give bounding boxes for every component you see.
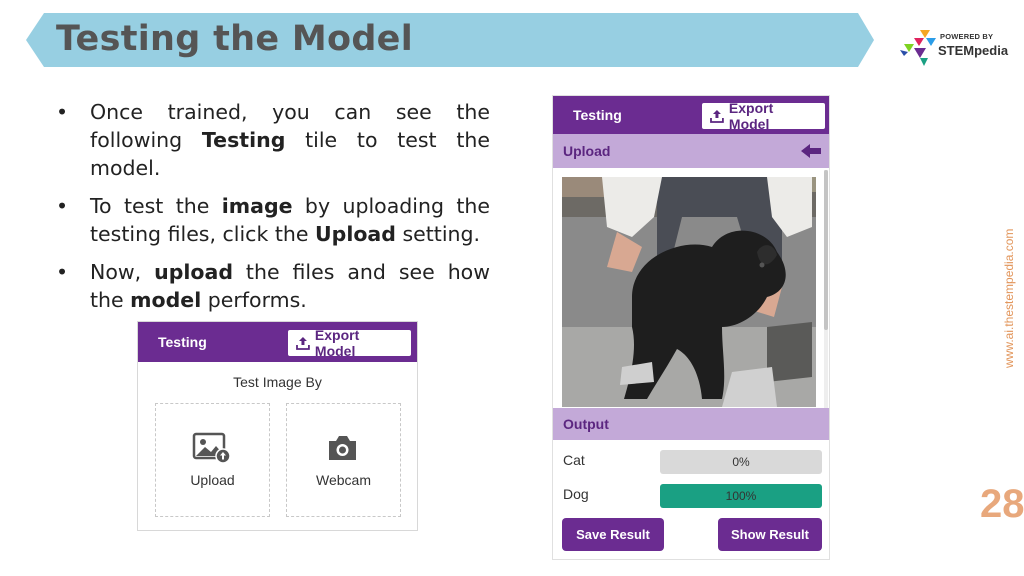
logo-name: STEMpedia <box>938 43 1009 58</box>
result-label-dog: Dog <box>563 486 589 502</box>
bold-term: image <box>221 194 293 218</box>
website-url: www.ai.thestempedia.com <box>1002 228 1016 368</box>
image-upload-icon <box>192 432 231 464</box>
bold-term: model <box>130 288 202 312</box>
logo-tagline: POWERED BY <box>940 32 994 41</box>
result-bar-cat: 0% <box>660 450 822 474</box>
upload-arrow-icon <box>296 337 310 350</box>
bold-term: Testing <box>201 128 286 152</box>
output-header-label: Output <box>563 416 609 432</box>
back-arrow-icon[interactable] <box>801 143 821 159</box>
result-label-cat: Cat <box>563 452 585 468</box>
upload-header: Upload <box>553 134 829 168</box>
upload-option[interactable]: Upload <box>155 403 270 517</box>
export-model-button[interactable]: Export Model <box>288 327 411 359</box>
bullet-item: • Now, upload the files and see how the … <box>56 260 490 312</box>
save-result-button[interactable]: Save Result <box>562 518 664 551</box>
bold-term: Upload <box>315 222 396 246</box>
export-model-label: Export Model <box>728 100 774 132</box>
camera-icon <box>329 436 356 460</box>
panel-title: Testing <box>573 107 622 123</box>
bullet-list: • Once trained, you can see the followin… <box>56 98 490 324</box>
result-bar-dog: 100% <box>660 484 822 508</box>
webcam-option-label: Webcam <box>316 472 371 488</box>
panel-title: Testing <box>158 334 207 350</box>
stempedia-logo-mark-icon <box>900 30 936 66</box>
testing-panel-select: Testing Export Model Test Image By Uploa… <box>137 321 418 531</box>
panel-header: Testing Export Model <box>553 96 829 134</box>
export-model-button[interactable]: Export Model <box>702 100 825 132</box>
result-value-cat: 0% <box>732 455 750 469</box>
output-header: Output <box>553 408 829 440</box>
bullet-item: • Once trained, you can see the followin… <box>56 100 490 180</box>
page-number: 28 <box>980 482 1024 526</box>
upload-arrow-icon <box>710 110 724 123</box>
scrollbar-thumb[interactable] <box>824 170 828 330</box>
bullet-item: • To test the image by uploading the tes… <box>56 194 490 246</box>
export-model-label: Export Model <box>314 327 360 359</box>
slide-title: Testing the Model <box>56 19 414 59</box>
bold-term: upload <box>154 260 233 284</box>
webcam-option[interactable]: Webcam <box>286 403 401 517</box>
panel-header: Testing Export Model <box>138 322 417 362</box>
result-value-dog: 100% <box>725 489 757 503</box>
upload-option-label: Upload <box>190 472 235 488</box>
dog-photo <box>562 177 816 407</box>
testing-panel-result: Testing Export Model Upload Output Cat 0… <box>552 95 830 560</box>
test-image-by-label: Test Image By <box>233 374 322 390</box>
upload-header-label: Upload <box>563 143 611 159</box>
show-result-button[interactable]: Show Result <box>718 518 822 551</box>
